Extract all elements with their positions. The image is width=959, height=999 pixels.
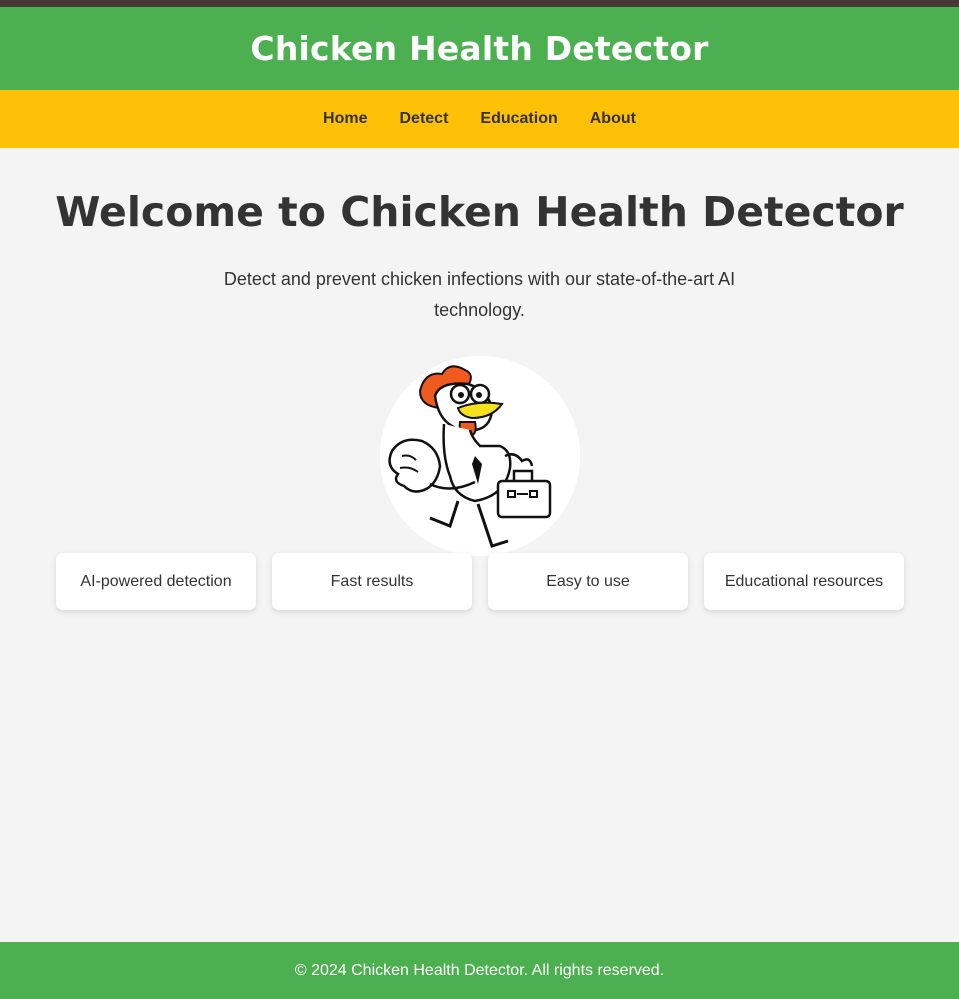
feature-card: AI-powered detection — [56, 553, 256, 610]
nav-detect-link[interactable]: Detect — [400, 110, 449, 128]
feature-label: Easy to use — [546, 572, 630, 590]
top-accent-bar — [0, 0, 959, 7]
nav-about-link[interactable]: About — [590, 110, 636, 128]
footer-copyright: © 2024 Chicken Health Detector. All righ… — [294, 961, 665, 979]
feature-card: Fast results — [272, 553, 472, 610]
features-list: AI-powered detection Fast results Easy t… — [56, 553, 904, 610]
chicken-mascot-image — [379, 356, 580, 556]
hero-title: Welcome to Chicken Health Detector — [55, 188, 904, 236]
chicken-doctor-illustration — [387, 365, 551, 548]
feature-label: AI-powered detection — [80, 572, 232, 590]
feature-card: Easy to use — [488, 553, 688, 610]
site-title: Chicken Health Detector — [250, 29, 709, 68]
main-nav: Home Detect Education About — [0, 90, 959, 148]
site-footer: © 2024 Chicken Health Detector. All righ… — [0, 942, 959, 999]
feature-label: Fast results — [330, 572, 414, 590]
hero-section: Welcome to Chicken Health Detector Detec… — [0, 188, 959, 556]
nav-home-link[interactable]: Home — [323, 110, 367, 128]
feature-card: Educational resources — [704, 553, 904, 610]
nav-education-link[interactable]: Education — [480, 110, 557, 128]
feature-label: Educational resources — [724, 572, 884, 590]
site-header: Chicken Health Detector — [0, 7, 959, 90]
hero-description: Detect and prevent chicken infections wi… — [223, 269, 736, 320]
